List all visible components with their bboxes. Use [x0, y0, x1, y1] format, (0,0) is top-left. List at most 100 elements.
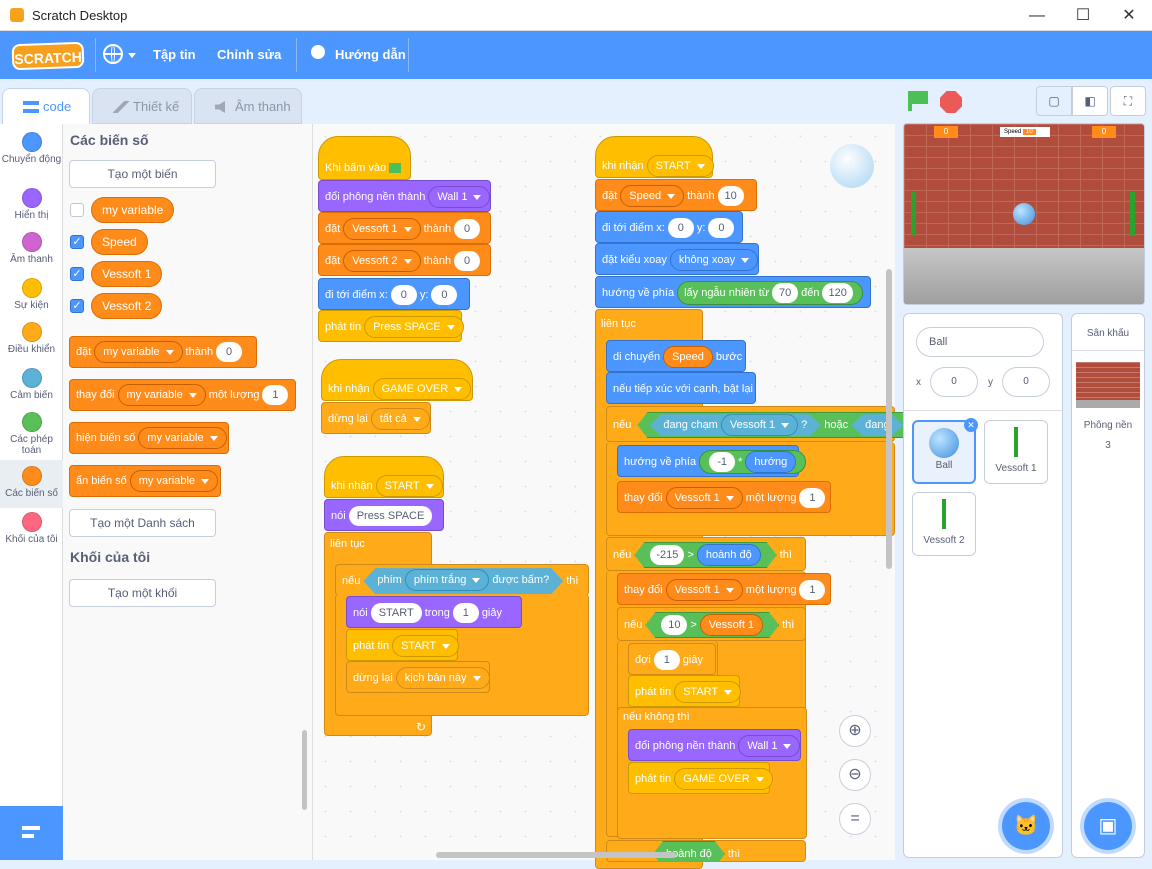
set-variable-block[interactable]: đặt Vessoft 1 thành 0 [318, 212, 491, 244]
key-pressed-condition[interactable]: phím phím trắng được bấm? [363, 568, 563, 594]
palette-scrollbar[interactable] [302, 730, 307, 810]
variable-reporter[interactable]: Vessoft 1 [700, 614, 763, 636]
set-rotation-style-block[interactable]: đặt kiểu xoay không xoay [595, 243, 759, 275]
change-variable-block[interactable]: thay đổi my variable một lượng 1 [69, 379, 296, 411]
broadcast-block[interactable]: phát tin START [346, 629, 460, 661]
broadcast-block[interactable]: phát tin Press SPACE [318, 310, 464, 342]
variable-dropdown[interactable]: Vessoft 2 [343, 250, 421, 273]
point-in-direction-block[interactable]: hướng về phía -1 * hướng [617, 445, 807, 477]
set-variable-block[interactable]: đặt Vessoft 2 thành 0 [318, 244, 491, 276]
make-block-button[interactable]: Tạo một khối [69, 579, 216, 607]
message-dropdown[interactable]: START [646, 155, 714, 178]
touching-dropdown[interactable]: Vessoft 1 [721, 414, 798, 436]
message-dropdown[interactable]: START [674, 681, 742, 704]
tab-costumes[interactable]: Thiết kế [92, 88, 192, 124]
maximize-button[interactable]: ☐ [1060, 0, 1106, 31]
greater-than-operator[interactable]: 10 > Vessoft 1 [645, 612, 779, 638]
variable-reporter[interactable]: Vessoft 1 [91, 261, 163, 287]
show-variable-block[interactable]: hiện biến số my variable [69, 422, 229, 454]
goto-xy-block[interactable]: đi tới điểm x: 0 y: 0 [318, 278, 470, 310]
variable-dropdown[interactable]: my variable [117, 384, 206, 407]
change-variable-block[interactable]: thay đổi Vessoft 1 một lượng 1 [617, 481, 831, 513]
point-in-direction-block[interactable]: hướng về phía lấy ngẫu nhiên từ 70 đến 120 [595, 276, 871, 308]
if-else-block[interactable]: nếu 10 > Vessoft 1 thì [617, 607, 806, 641]
switch-backdrop-block[interactable]: đổi phông nền thành Wall 1 [318, 180, 491, 212]
sprite-y-input[interactable]: 0 [1002, 367, 1050, 397]
number-input[interactable]: -215 [650, 545, 684, 565]
sprite-tile-vessoft-2[interactable]: Vessoft 2 [912, 492, 976, 556]
greater-than-operator[interactable]: -215 > hoành độ [634, 542, 776, 568]
category-operators[interactable]: Các phép toán [0, 406, 63, 468]
switch-backdrop-block[interactable]: đổi phông nền thành Wall 1 [628, 729, 801, 761]
message-dropdown[interactable]: START [375, 475, 443, 498]
sprite-tile-ball[interactable]: Ball ✕ [912, 418, 978, 484]
variable-dropdown[interactable]: my variable [138, 427, 227, 450]
add-sprite-button[interactable]: 🐱 [1002, 802, 1050, 850]
scratch-logo[interactable]: SCRATCH [11, 41, 85, 71]
lightbulb-icon[interactable] [311, 45, 325, 59]
broadcast-block[interactable]: phát tin GAME OVER [628, 762, 773, 794]
message-dropdown[interactable]: GAME OVER [674, 768, 773, 791]
sprite-x-input[interactable]: 0 [930, 367, 978, 397]
variable-checkbox[interactable] [70, 203, 84, 217]
backdrop-thumbnail[interactable] [1076, 362, 1140, 408]
variable-reporter[interactable]: Vessoft 2 [91, 293, 163, 319]
globe-icon[interactable] [103, 44, 123, 64]
broadcast-block[interactable]: phát tin START [628, 675, 742, 707]
when-flag-clicked-block[interactable]: Khi bấm vào [318, 136, 411, 180]
close-button[interactable]: ✕ [1106, 0, 1152, 31]
code-workspace[interactable]: Khi bấm vào đổi phông nền thành Wall 1 đặ… [313, 124, 895, 869]
value-input[interactable]: 0 [216, 342, 243, 363]
small-stage-button[interactable]: ▢ [1036, 86, 1072, 116]
chevron-down-icon[interactable] [128, 53, 136, 62]
stop-dropdown[interactable]: kịch bản này [395, 667, 490, 690]
number-input[interactable]: -1 [709, 452, 736, 473]
backdrop-dropdown[interactable]: Wall 1 [738, 735, 801, 758]
category-myblocks[interactable]: Khối của tôi [0, 506, 63, 568]
variable-dropdown[interactable]: my variable [94, 341, 183, 364]
goto-xy-block[interactable]: đi tới điểm x: 0 y: 0 [595, 211, 743, 243]
stop-dropdown[interactable]: tất cả [370, 408, 430, 431]
minimize-button[interactable]: — [1014, 0, 1060, 31]
when-receive-block[interactable]: khi nhận START [595, 136, 714, 178]
touching-condition[interactable]: đang chạm Vessoft 1? [649, 414, 821, 436]
category-variables[interactable]: Các biến số [0, 460, 63, 508]
message-dropdown[interactable]: START [392, 635, 460, 658]
value-input[interactable]: 10 [717, 186, 744, 207]
fullscreen-button[interactable]: ⛶ [1110, 86, 1146, 116]
random-from-input[interactable]: 70 [772, 283, 799, 304]
bounce-block[interactable]: nếu tiếp xúc với cạnh, bật lại [606, 372, 756, 404]
make-variable-button[interactable]: Tạo một biến [69, 160, 216, 188]
value-input[interactable]: 0 [454, 251, 481, 272]
backdrop-dropdown[interactable]: Wall 1 [428, 186, 491, 209]
if-block[interactable]: nếu phím phím trắng được bấm? thì [335, 564, 589, 596]
if-block[interactable]: nếu đang chạm Vessoft 1? hoặc đang [606, 406, 895, 442]
move-steps-block[interactable]: di chuyển Speed bước [606, 340, 746, 372]
large-stage-button[interactable]: ◧ [1072, 86, 1108, 116]
wait-input[interactable]: 1 [653, 650, 680, 671]
when-receive-block[interactable]: khi nhận GAME OVER [321, 359, 473, 401]
zoom-reset-button[interactable]: = [839, 803, 871, 835]
menu-tutorials[interactable]: Hướng dẫn [325, 31, 416, 79]
hide-variable-block[interactable]: ẩn biến số my variable [69, 465, 221, 497]
variable-dropdown[interactable]: my variable [129, 470, 219, 493]
wait-block[interactable]: đợi 1 giây [628, 643, 716, 675]
stop-block[interactable]: dừng lại kịch bản này [346, 661, 490, 693]
touching-condition[interactable]: đang [851, 414, 903, 436]
add-extension-button[interactable] [0, 806, 63, 860]
variable-reporter[interactable]: Speed [91, 229, 148, 255]
value-input[interactable]: 0 [454, 219, 481, 240]
variable-reporter[interactable]: my variable [91, 197, 175, 223]
value-input[interactable]: 1 [262, 385, 289, 406]
value-input[interactable]: 1 [799, 580, 826, 601]
multiply-operator[interactable]: -1 * hướng [699, 450, 807, 475]
x-input[interactable]: 0 [390, 285, 417, 306]
workspace-vscrollbar[interactable] [886, 269, 892, 569]
value-input[interactable]: 1 [799, 488, 826, 509]
or-operator[interactable]: đang chạm Vessoft 1? hoặc đang [637, 412, 915, 438]
variable-checkbox[interactable]: ✓ [70, 299, 84, 313]
y-input[interactable]: 0 [708, 218, 735, 239]
tab-code[interactable]: code [2, 88, 90, 125]
variable-checkbox[interactable]: ✓ [70, 267, 84, 281]
change-variable-block[interactable]: thay đổi Vessoft 1 một lượng 1 [617, 573, 831, 605]
